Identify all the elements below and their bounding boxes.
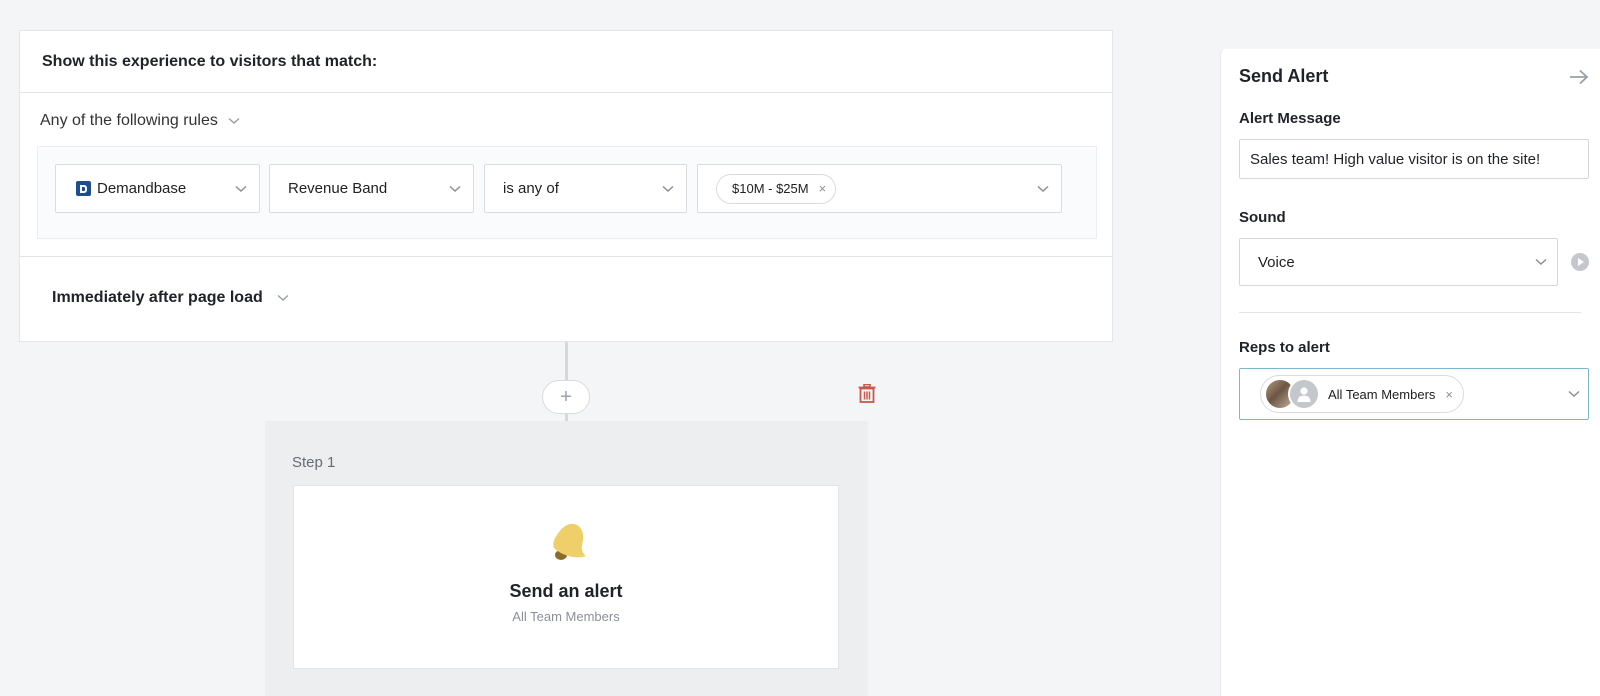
step-label: Step 1 [292,454,336,471]
operator-value: is any of [503,180,559,197]
sound-value: Voice [1258,253,1295,271]
operator-select[interactable]: is any of [484,164,687,213]
alert-card-title: Send an alert [509,581,623,601]
trash-icon[interactable] [858,384,876,403]
alert-message-input[interactable] [1239,139,1589,179]
targeting-rules-card: Show this experience to visitors that ma… [19,30,1113,342]
sound-select[interactable]: Voice [1239,238,1558,286]
chevron-down-icon [1535,258,1547,266]
attribute-value: Revenue Band [288,180,388,197]
chevron-down-icon [1037,185,1049,192]
chevron-down-icon [235,185,247,192]
remove-tag-icon[interactable]: × [1445,387,1453,402]
send-alert-step-card[interactable]: Send an alert All Team Members [293,485,839,669]
value-tag-label: $10M - $25M [732,181,809,196]
alert-card-subtitle: All Team Members [512,609,620,624]
value-tag: $10M - $25M × [716,173,837,204]
source-select[interactable]: Demandbase [55,164,260,213]
add-step-button[interactable]: + [542,380,590,414]
rules-header: Show this experience to visitors that ma… [20,31,1112,93]
avatar-group [1264,378,1322,410]
divider [1239,312,1581,313]
chevron-down-icon [1568,390,1580,398]
values-multiselect[interactable]: $10M - $25M × [697,164,1062,213]
rule-row: Demandbase Revenue Band is any of $10M -… [37,146,1097,239]
chevron-down-icon [277,294,289,302]
user-placeholder-icon [1288,378,1320,410]
reps-label: Reps to alert [1239,339,1330,356]
panel-title: Send Alert [1239,66,1329,86]
chevron-down-icon [228,117,240,125]
rep-tag: All Team Members × [1260,375,1464,413]
chevron-down-icon [662,185,674,192]
rep-tag-label: All Team Members [1328,386,1436,402]
rule-mode-dropdown[interactable]: Any of the following rules [40,112,240,130]
source-value: Demandbase [97,180,187,197]
bell-icon [553,523,586,560]
alert-message-label: Alert Message [1239,110,1341,127]
remove-tag-icon[interactable]: × [819,181,827,196]
arrow-right-icon[interactable] [1569,69,1589,85]
step-container: Step 1 Send an alert All Team Members [265,421,868,696]
attribute-select[interactable]: Revenue Band [269,164,474,213]
flow-connector [565,342,568,380]
play-icon[interactable] [1570,252,1590,272]
send-alert-panel: Send Alert Alert Message Sound Voice Rep… [1220,49,1600,696]
chevron-down-icon [449,185,461,192]
demandbase-logo-icon [76,181,91,196]
rule-mode-label: Any of the following rules [40,112,218,129]
divider [20,256,1112,257]
trigger-dropdown[interactable]: Immediately after page load [52,289,289,307]
trigger-label: Immediately after page load [52,289,263,306]
sound-label: Sound [1239,209,1286,226]
reps-multiselect[interactable]: All Team Members × [1239,368,1589,420]
